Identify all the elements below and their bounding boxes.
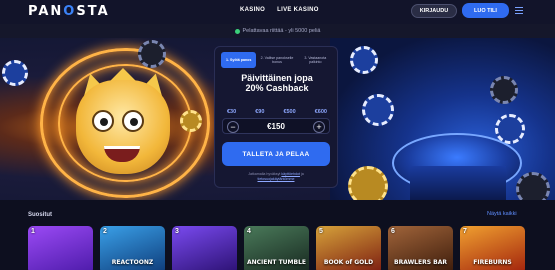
casino-chip	[350, 46, 378, 74]
game-tile[interactable]: 3	[172, 226, 237, 270]
main-nav: KASINO LIVE KASINO	[240, 7, 319, 13]
game-title: BOOK of GOLD	[323, 259, 374, 266]
promo-step-2[interactable]: 2. Valitse panokselle bonus	[259, 52, 294, 68]
game-title: BRAWLERS BAR	[394, 259, 447, 266]
terms-link[interactable]: käyttöehdot	[281, 172, 300, 176]
game-title: ANCIENT TUMBLE	[246, 259, 307, 266]
promo-steps: 1. Syötä panos 2. Valitse panokselle bon…	[221, 52, 333, 68]
game-tile[interactable]: 7 FIREBURNS	[460, 226, 525, 270]
promo-step-1[interactable]: 1. Syötä panos	[221, 52, 257, 68]
casino-chip	[348, 166, 388, 200]
mascot-eye	[122, 110, 144, 132]
terms-text: Jatkamalla hyväksyt käyttöehdot ja tieto…	[224, 172, 328, 182]
popular-section-title: Suositut	[28, 212, 52, 218]
casino-chip	[2, 60, 28, 86]
popular-games-row: 1 2 REACTOONZ 3 4 ANCIENT TUMBLE 5 BOOK …	[28, 226, 528, 270]
game-rank: 6	[391, 228, 395, 235]
casino-chip	[362, 94, 394, 126]
game-rank: 2	[103, 228, 107, 235]
status-dot-icon	[234, 28, 240, 34]
notice-bar: Pelattavaa riittää - yli 5000 peliä	[0, 24, 555, 38]
deposit-and-play-button[interactable]: TALLETA JA PELAA	[222, 142, 330, 166]
game-tile[interactable]: 5 BOOK of GOLD	[316, 226, 381, 270]
terms-line-text: Jatkamalla hyväksyt	[248, 172, 282, 176]
site-logo[interactable]: PANOSTA	[28, 4, 110, 19]
game-rank: 5	[319, 228, 323, 235]
roulette-base	[410, 166, 506, 200]
game-tile[interactable]: 4 ANCIENT TUMBLE	[244, 226, 309, 270]
game-tile[interactable]: 1	[28, 226, 93, 270]
casino-chip	[516, 172, 550, 200]
game-rank: 1	[31, 228, 35, 235]
casino-chip	[180, 110, 202, 132]
cashback-promo-card: 1. Syötä panos 2. Valitse panokselle bon…	[214, 46, 338, 188]
game-title: FIREBURNS	[473, 259, 512, 266]
promo-title-line2: 20% Cashback	[245, 83, 309, 94]
game-tile[interactable]: 6 BRAWLERS BAR	[388, 226, 453, 270]
nav-live-kasino[interactable]: LIVE KASINO	[277, 7, 319, 13]
game-rank: 4	[247, 228, 251, 235]
show-all-link[interactable]: Näytä kaikki	[487, 211, 517, 217]
game-rank: 3	[175, 228, 179, 235]
promo-step-3[interactable]: 3. Vastaanota palkinto	[298, 52, 333, 68]
privacy-link[interactable]: tietosuojakäytäntömme	[258, 177, 295, 181]
register-button[interactable]: LUO TILI	[462, 3, 509, 18]
hamburger-menu-icon[interactable]	[515, 7, 523, 14]
mascot-eye	[92, 110, 114, 132]
notice-text: Pelattavaa riittää - yli 5000 peliä	[242, 28, 321, 34]
game-rank: 7	[463, 228, 467, 235]
game-title: REACTOONZ	[111, 259, 154, 266]
promo-title-line1: Päivittäinen jopa	[241, 73, 313, 83]
casino-chip	[490, 76, 518, 104]
plus-icon[interactable]: +	[313, 121, 325, 133]
top-bar: PANOSTA KASINO LIVE KASINO KIRJAUDU LUO …	[0, 0, 555, 24]
nav-kasino[interactable]: KASINO	[240, 7, 265, 13]
promo-title: Päivittäinen jopa 20% Cashback	[215, 73, 339, 94]
game-tile[interactable]: 2 REACTOONZ	[100, 226, 165, 270]
deposit-amount-stepper: − €150 +	[222, 118, 330, 134]
casino-chip	[138, 40, 166, 68]
login-button[interactable]: KIRJAUDU	[411, 4, 457, 18]
terms-mid-text: ja	[299, 172, 304, 176]
